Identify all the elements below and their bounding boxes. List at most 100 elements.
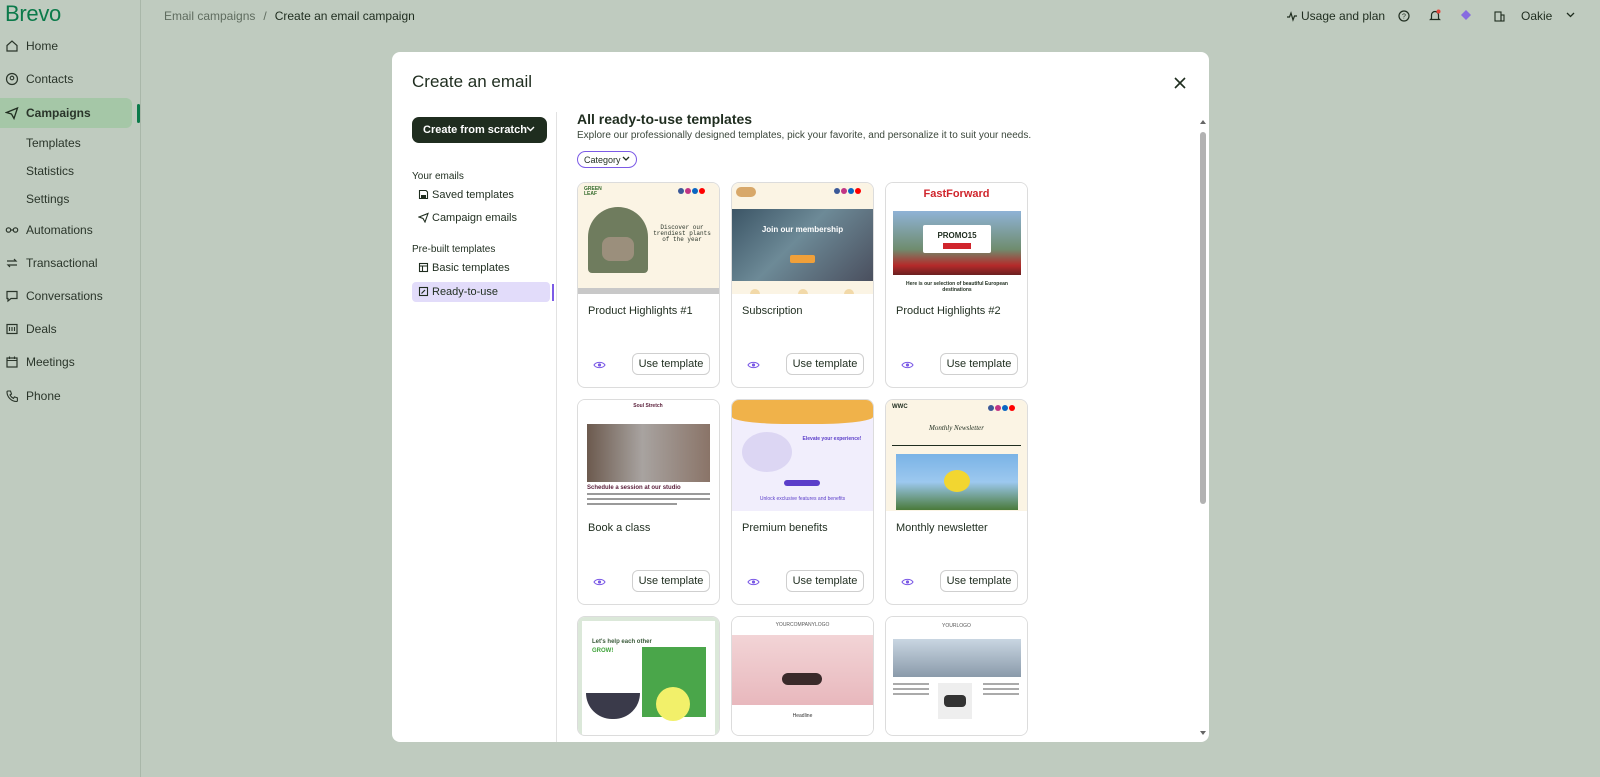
layout-icon (418, 262, 429, 273)
template-thumbnail: WWC Monthly Newsletter (886, 400, 1027, 511)
sidebar-item-phone[interactable]: Phone (0, 381, 140, 411)
ready-to-use-link[interactable]: Ready-to-use (412, 282, 550, 302)
sidebar-item-deals[interactable]: Deals (0, 314, 140, 344)
bell-icon[interactable] (1429, 9, 1441, 22)
thumbnail-headline: Elevate your experience! (802, 436, 862, 442)
sidebar-item-conversations[interactable]: Conversations (0, 281, 140, 311)
saved-templates-link[interactable]: Saved templates (412, 185, 550, 205)
template-card[interactable]: GREEN LEAF Discover our trendiest plants… (577, 182, 720, 388)
eye-icon[interactable] (593, 577, 606, 587)
close-icon[interactable] (1171, 74, 1189, 92)
template-card[interactable]: Soul Stretch Schedule a session at our s… (577, 399, 720, 605)
template-card[interactable]: Join our membership Subscription Use tem… (731, 182, 874, 388)
sidebar-subitem-templates[interactable]: Templates (26, 136, 81, 150)
save-icon (418, 189, 429, 200)
membership-image: Join our membership (732, 209, 873, 281)
create-from-scratch-label: Create from scratch (423, 124, 527, 136)
sidebar-item-label: Meetings (26, 355, 75, 369)
content-subtitle: Explore our professionally designed temp… (577, 130, 1032, 141)
template-card[interactable]: WWC Monthly Newsletter Monthly newslette… (885, 399, 1028, 605)
modal-divider (556, 112, 557, 742)
template-card[interactable]: YOURCOMPANYLOGO Headline (731, 616, 874, 736)
eye-icon[interactable] (593, 360, 606, 370)
chat-icon (6, 290, 18, 303)
template-thumbnail: YOURLOGO (886, 617, 1027, 735)
send-icon (418, 212, 429, 223)
social-icons (678, 188, 705, 194)
template-card[interactable]: FastForward PROMO15 Here is our selectio… (885, 182, 1028, 388)
premium-image (742, 432, 792, 472)
sidebar-item-contacts[interactable]: Contacts (0, 64, 140, 94)
chevron-down-icon (526, 126, 535, 132)
template-thumbnail: Soul Stretch Schedule a session at our s… (578, 400, 719, 511)
social-icons (834, 188, 861, 194)
chevron-down-icon[interactable] (1566, 12, 1575, 18)
send-icon (5, 106, 19, 120)
bird-image (896, 454, 1018, 510)
scroll-up-icon[interactable] (1199, 118, 1207, 126)
scrollbar-thumb[interactable] (1200, 132, 1206, 504)
sidebar-item-label: Home (26, 39, 59, 53)
your-emails-heading: Your emails (412, 171, 464, 182)
campaign-emails-link[interactable]: Campaign emails (412, 208, 550, 228)
template-card[interactable]: Let's help each other GROW! (577, 616, 720, 736)
thumbnail-headline: Headline (792, 713, 813, 719)
breadcrumb-parent[interactable]: Email campaigns (164, 9, 255, 23)
use-template-button[interactable]: Use template (786, 353, 864, 375)
template-card[interactable]: Elevate your experience! Unlock exclusiv… (731, 399, 874, 605)
sidebar-item-label: Automations (26, 223, 93, 237)
eye-icon[interactable] (901, 577, 914, 587)
template-thumbnail: Let's help each other GROW! (578, 617, 719, 735)
brevo-logo[interactable]: Brevo (5, 1, 61, 27)
template-thumbnail: Elevate your experience! Unlock exclusiv… (732, 400, 873, 511)
category-filter[interactable]: Category (577, 151, 637, 168)
selected-indicator (552, 284, 554, 301)
thumbnail-headline: Let's help each other (592, 639, 652, 645)
create-from-scratch-button[interactable]: Create from scratch (412, 117, 547, 143)
sidebar-item-meetings[interactable]: Meetings (0, 347, 140, 377)
activity-icon (1287, 11, 1297, 22)
use-template-button[interactable]: Use template (632, 353, 710, 375)
sidebar-item-transactional[interactable]: Transactional (0, 248, 140, 278)
saved-templates-label: Saved templates (432, 189, 514, 201)
use-template-button[interactable]: Use template (940, 570, 1018, 592)
prebuilt-heading: Pre-built templates (412, 244, 496, 255)
help-icon[interactable]: ? (1398, 10, 1410, 22)
template-name: Product Highlights #2 (896, 305, 1001, 317)
user-name[interactable]: Oakie (1521, 9, 1552, 23)
sidebar-item-automations[interactable]: Automations (0, 215, 140, 245)
sidebar-subitem-statistics[interactable]: Statistics (26, 164, 74, 178)
template-card[interactable]: YOURLOGO (885, 616, 1028, 736)
eye-icon[interactable] (747, 577, 760, 587)
basic-templates-label: Basic templates (432, 262, 510, 274)
sidebar-item-campaigns[interactable]: Campaigns (0, 98, 132, 128)
thumbnail-headline: Schedule a session at our studio (587, 485, 681, 491)
template-name: Subscription (742, 305, 803, 317)
plant-image (588, 207, 648, 273)
use-template-button[interactable]: Use template (940, 353, 1018, 375)
thumbnail-headline: Join our membership (761, 225, 844, 234)
use-template-button[interactable]: Use template (632, 570, 710, 592)
category-label: Category (584, 154, 621, 165)
thumbnail-brand: YOURCOMPANYLOGO (775, 622, 830, 628)
usage-plan-link[interactable]: Usage and plan (1301, 9, 1385, 23)
diamond-icon[interactable] (1460, 9, 1472, 21)
eye-icon[interactable] (747, 360, 760, 370)
scroll-down-icon[interactable] (1199, 729, 1207, 737)
breadcrumb-current: Create an email campaign (274, 9, 415, 23)
breadcrumb: Email campaigns / Create an email campai… (164, 9, 415, 23)
eye-icon[interactable] (901, 360, 914, 370)
automation-icon (5, 227, 19, 233)
phone-icon (6, 390, 18, 403)
sidebar-subitem-settings[interactable]: Settings (26, 192, 69, 206)
basic-templates-link[interactable]: Basic templates (412, 258, 550, 278)
content-title: All ready-to-use templates (577, 111, 753, 127)
sidebar-item-label: Deals (26, 322, 57, 336)
thumbnail-caption: Here is our selection of beautiful Europ… (906, 281, 1008, 293)
template-name: Book a class (588, 522, 651, 534)
template-thumbnail: GREEN LEAF Discover our trendiest plants… (578, 183, 719, 294)
use-template-button[interactable]: Use template (786, 570, 864, 592)
thumbnail-caption: GROW! (592, 648, 614, 654)
train-image: PROMO15 (893, 211, 1021, 275)
sidebar-item-home[interactable]: Home (0, 31, 140, 61)
